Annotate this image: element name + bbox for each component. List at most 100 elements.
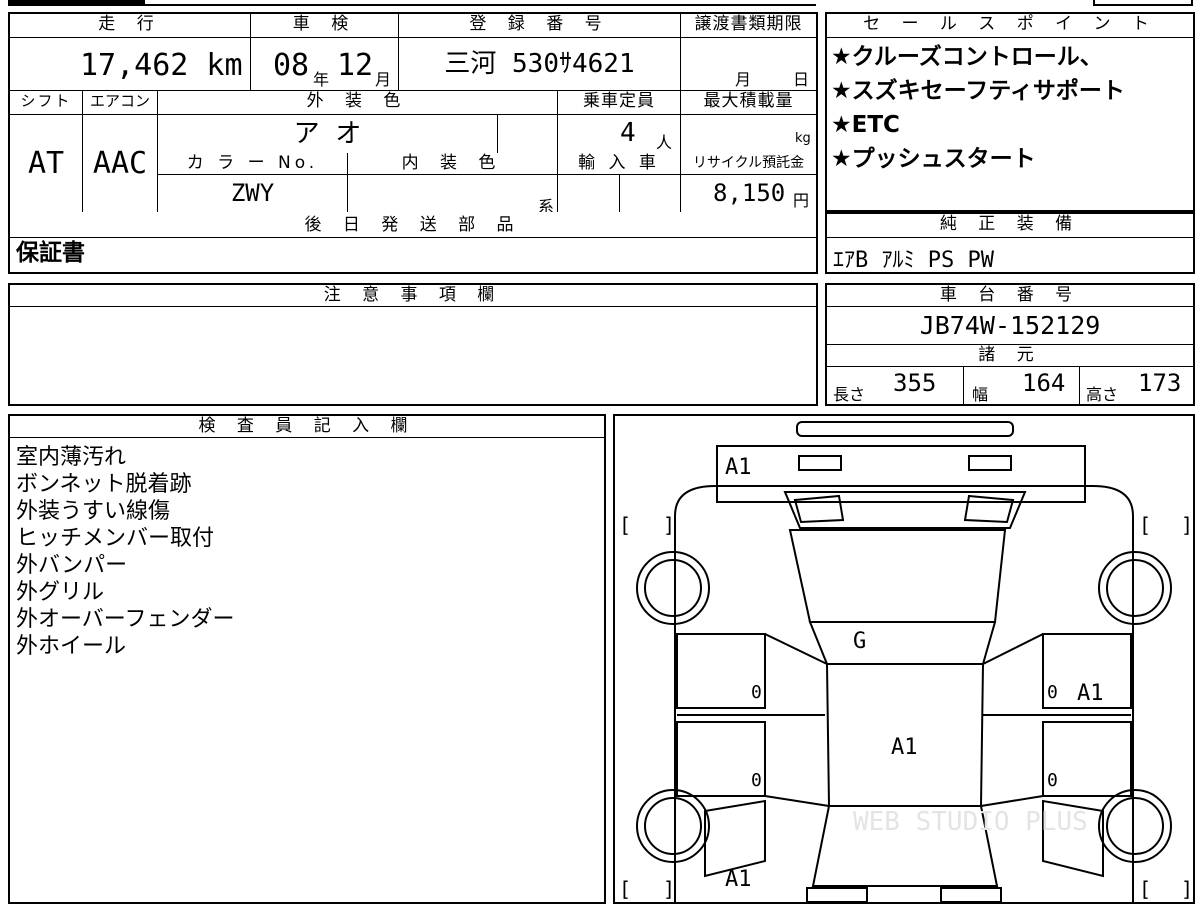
bracket-close-bottom-left: ] <box>663 877 675 901</box>
sales-point-item: ★スズキセーフティサポート <box>831 78 1125 104</box>
fog-left-outline <box>793 494 845 524</box>
vehicle-summary-block: 走 行 車 検 登 録 番 号 譲渡書類期限 17,462 km 08 年 12… <box>8 12 818 216</box>
aircon-header: エアコン <box>82 91 157 115</box>
mark-left-rear-door: 0 <box>751 770 762 791</box>
aircon-value: AAC <box>82 115 157 212</box>
max-load-unit: kg <box>795 131 811 146</box>
chassis-value: JB74W-152129 <box>827 307 1193 345</box>
max-load-header: 最大積載量 <box>680 91 816 115</box>
width-value: 164 <box>1022 369 1066 397</box>
genuine-equipment-block: 純 正 装 備 ｴｱB ｱﾙﾐ PS PW <box>825 212 1195 274</box>
height-value: 173 <box>1138 369 1182 397</box>
headlight-left-outline <box>798 455 842 471</box>
notes-block: 注 意 事 項 欄 <box>8 283 818 406</box>
front-end-outline <box>716 445 1086 503</box>
sales-point-item: ★クルーズコントロール、 <box>831 44 1103 70</box>
dimension-length: 長さ 355 <box>827 367 963 404</box>
deadline-day-unit: 日 <box>793 70 810 89</box>
right-rear-edge <box>980 795 1044 807</box>
inspector-line: 外装うすい線傷 <box>16 499 171 524</box>
top-strip <box>143 0 816 6</box>
import-cell-1 <box>557 175 619 212</box>
inspector-block: 検 査 員 記 入 欄 室内薄汚れ ボンネット脱着跡 外装うすい線傷 ヒッチメン… <box>8 414 606 904</box>
top-strip-right <box>1093 0 1193 6</box>
bracket-open-top-right: [ <box>1139 513 1151 537</box>
dimension-height: 高さ 173 <box>1079 367 1193 404</box>
mileage-value: 17,462 km <box>80 48 243 83</box>
later-parts-header: 後 日 発 送 部 品 <box>10 212 816 238</box>
car-outline-diagram: A1 G A1 A1 A1 0 0 0 0 [ ] [ ] [ ] [ ] WE… <box>619 421 1193 902</box>
dimensions-header: 諸 元 <box>827 345 1193 367</box>
recycle-header: リサイクル預託金 <box>680 153 816 175</box>
sales-points-header: セ ー ル ス ポ イ ン ト <box>827 14 1193 38</box>
left-rear-edge <box>764 795 830 807</box>
right-front-edge <box>982 633 1044 665</box>
deadline-month-unit: 月 <box>735 70 752 89</box>
import-header: 輸 入 車 <box>557 153 680 175</box>
top-strip-black <box>8 0 143 6</box>
inspector-line: 外オーバーフェンダー <box>16 607 235 632</box>
capacity-header: 乗車定員 <box>557 91 680 115</box>
inspection-month: 12 <box>337 48 374 83</box>
registration-header: 登 録 番 号 <box>398 14 680 38</box>
inspector-line: ボンネット脱着跡 <box>16 472 192 497</box>
later-parts-block: 後 日 発 送 部 品 保証書 <box>8 212 818 274</box>
wheel-rear-left-outer <box>636 789 710 863</box>
inspector-line: 外バンパー <box>16 553 128 578</box>
watermark: WEB STUDIO PLUS <box>853 807 1088 837</box>
wheel-front-left-inner <box>644 559 702 617</box>
registration-value: 三河 530ｻ4621 <box>398 38 680 90</box>
inspector-line: 外ホイール <box>16 634 127 659</box>
recycle-unit: 円 <box>793 191 810 210</box>
left-rear-panel-outline <box>704 799 766 878</box>
recycle-cell: 8,150 円 <box>680 175 816 212</box>
inspector-line: ヒッチメンバー取付 <box>16 526 215 551</box>
bracket-open-top-left: [ <box>619 513 631 537</box>
genuine-equipment-header: 純 正 装 備 <box>827 214 1193 238</box>
inspection-month-unit: 月 <box>375 70 392 89</box>
later-parts-value: 保証書 <box>16 240 85 266</box>
length-label: 長さ <box>833 385 866 404</box>
exterior-color-value: ア オ <box>157 115 497 153</box>
mark-left-front-door: 0 <box>751 682 762 703</box>
color-no-header: カ ラ ー No. <box>157 153 347 175</box>
bracket-close-bottom-right: ] <box>1181 877 1193 901</box>
capacity-value: 4 <box>620 118 636 148</box>
mark-front: A1 <box>725 455 752 480</box>
sales-point-item: ★ETC <box>831 112 900 138</box>
chassis-header: 車 台 番 号 <box>827 285 1193 307</box>
interior-color-cell: 系 <box>347 175 557 216</box>
shift-value: AT <box>27 146 65 181</box>
wheel-rear-right-inner <box>1106 797 1164 855</box>
mark-rear: A1 <box>725 867 752 892</box>
inspector-lines: 室内薄汚れ ボンネット脱着跡 外装うすい線傷 ヒッチメンバー取付 外バンパー 外… <box>16 444 234 660</box>
deadline-header: 譲渡書類期限 <box>680 14 816 38</box>
inspector-header: 検 査 員 記 入 欄 <box>10 416 604 438</box>
bracket-close-top-right: ] <box>1181 513 1193 537</box>
headlight-right-outline <box>968 455 1012 471</box>
genuine-equipment-value: ｴｱB ｱﾙﾐ PS PW <box>833 248 994 273</box>
mark-windshield: G <box>853 629 866 654</box>
exterior-color-header: 外 装 色 <box>157 91 557 115</box>
sales-points-list: ★クルーズコントロール、 ★スズキセーフティサポート ★ETC ★プッシュスター… <box>831 44 1125 180</box>
wheel-front-left-outer <box>636 551 710 625</box>
sales-point-item: ★プッシュスタート <box>831 146 1036 172</box>
height-label: 高さ <box>1086 385 1119 404</box>
max-load-cell: kg <box>680 115 816 153</box>
mark-right-front-door: A1 <box>1077 681 1104 706</box>
recycle-value: 8,150 <box>713 179 786 207</box>
inspector-line: 室内薄汚れ <box>16 445 127 470</box>
shift-header: シフト <box>10 91 82 115</box>
capacity-unit: 人 <box>656 133 673 152</box>
import-cell-2 <box>619 175 680 212</box>
inspection-header: 車 検 <box>250 14 398 38</box>
wheel-rear-left-inner <box>644 797 702 855</box>
fog-right-outline <box>963 494 1015 524</box>
deadline-cell: 月 日 <box>680 38 816 90</box>
windshield-lower-outline <box>808 621 997 665</box>
length-value: 355 <box>893 369 937 397</box>
damage-diagram-block: A1 G A1 A1 A1 0 0 0 0 [ ] [ ] [ ] [ ] WE… <box>613 414 1195 904</box>
body-outline <box>674 485 1134 902</box>
front-bumper-outline <box>796 421 1014 437</box>
bracket-open-bottom-left: [ <box>619 877 631 901</box>
